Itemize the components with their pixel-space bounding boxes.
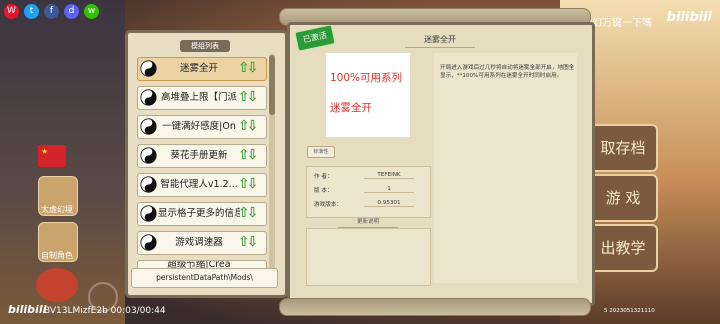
move-arrows-icon[interactable]: ⇧⇩ <box>238 148 264 163</box>
yin-yang-icon <box>140 234 157 251</box>
mod-item-label: 葵花手册更新 <box>170 150 228 161</box>
mod-item-label: 显示格子更多的信息 <box>158 208 240 219</box>
preview-text-line2: 迷雾全开 <box>330 102 372 114</box>
version-key: 版 本： <box>314 188 333 194</box>
move-arrows-icon[interactable]: ⇧⇩ <box>238 177 264 192</box>
move-arrows-icon[interactable]: ⇧⇩ <box>238 119 264 134</box>
facebook-icon[interactable]: f <box>44 4 59 19</box>
mods-path-button[interactable]: persistentDataPath\Mods\ <box>131 268 278 288</box>
mod-item-speed[interactable]: 游戏调速器 ⇧⇩ <box>137 231 267 255</box>
lion-dance-icon[interactable] <box>36 268 78 302</box>
twitter-icon[interactable]: t <box>24 4 39 19</box>
game-button[interactable]: 游 戏 <box>588 174 658 222</box>
mod-list-title: 模组列表 <box>180 40 230 52</box>
mod-item-label: 游戏调速器 <box>175 237 223 248</box>
mod-item-manual[interactable]: 葵花手册更新 ⇧⇩ <box>137 144 267 168</box>
move-arrows-icon[interactable]: ⇧⇩ <box>238 235 264 250</box>
meta-author-row: 作 者： TEFEINK <box>314 172 419 183</box>
custom-role-label: 自制角色 <box>41 251 73 260</box>
taixu-label: 太虚幻境 <box>41 205 73 214</box>
wechat-icon[interactable]: w <box>84 4 99 19</box>
mod-item-stack[interactable]: 高堆叠上限【门派 ⇧⇩ <box>137 86 267 110</box>
move-arrows-icon[interactable]: ⇧⇩ <box>238 206 264 221</box>
tag-chip: 标准性 <box>307 146 335 158</box>
yin-yang-icon <box>140 176 157 193</box>
scroll-roller-bottom <box>279 298 591 316</box>
author-value: TEFEINK <box>364 172 414 179</box>
mod-item-label: 智能代理人v1.2... <box>160 179 238 190</box>
game-version-key: 游戏版本： <box>314 202 342 208</box>
bilibili-bottom-watermark: bilibili <box>8 303 47 316</box>
mod-item-grid-info[interactable]: 显示格子更多的信息 ⇧⇩ <box>137 202 267 226</box>
mod-item-agent[interactable]: 智能代理人v1.2... ⇧⇩ <box>137 173 267 197</box>
yin-yang-icon <box>140 118 157 135</box>
video-id-timestamp: BV13LMizfE2b 00:03/00:44 <box>44 306 166 316</box>
detail-title: 迷雾全开 <box>405 33 475 48</box>
discord-icon[interactable]: d <box>64 4 79 19</box>
update-notes-label: 更新说明 <box>338 218 398 228</box>
load-save-button[interactable]: 取存档 <box>588 124 658 172</box>
yin-yang-icon <box>140 205 157 222</box>
move-arrows-icon[interactable]: ⇧⇩ <box>238 61 264 76</box>
mod-item-favor[interactable]: 一键满好感度|On ⇧⇩ <box>137 115 267 139</box>
update-notes-box <box>306 228 431 286</box>
tutorial-button[interactable]: 出教学 <box>588 224 658 272</box>
build-version: 5 2023051321110 <box>604 308 655 314</box>
mod-item-fog[interactable]: 迷雾全开 ⇧⇩ <box>137 57 267 81</box>
author-key: 作 者： <box>314 174 333 180</box>
game-version-value: 0.95301 <box>364 200 414 207</box>
mod-preview-image <box>326 53 410 137</box>
version-value: 1 <box>364 186 414 193</box>
yin-yang-icon <box>140 60 157 77</box>
meta-version-row: 版 本： 1 <box>314 186 419 197</box>
description-box <box>434 53 577 283</box>
yin-yang-icon <box>140 89 157 106</box>
mod-item-label: 迷雾全开 <box>179 63 218 74</box>
description-text: 开局进入游戏后过几秒将自动将迷雾全部开启，地图全显示，**100%可用系列在迷雾… <box>440 65 575 79</box>
bilibili-watermark: bilibili <box>666 10 712 25</box>
preview-text-line1: 100%可用系列 <box>330 72 403 84</box>
mod-item-label: 高堆叠上限【门派 <box>160 92 237 103</box>
mod-item-label: 一键满好感度|On <box>162 121 236 132</box>
list-scrollbar-thumb[interactable] <box>269 55 275 115</box>
yin-yang-icon <box>140 147 157 164</box>
flag-star-icon: ★ <box>41 147 49 156</box>
weibo-icon[interactable]: W <box>4 4 19 19</box>
mod-list-panel: 模组列表 迷雾全开 ⇧⇩ 高堆叠上限【门派 ⇧⇩ 一键满好感度|On ⇧⇩ 葵花… <box>125 30 288 298</box>
meta-game-version-row: 游戏版本： 0.95301 <box>314 200 419 211</box>
move-arrows-icon[interactable]: ⇧⇩ <box>238 90 264 105</box>
